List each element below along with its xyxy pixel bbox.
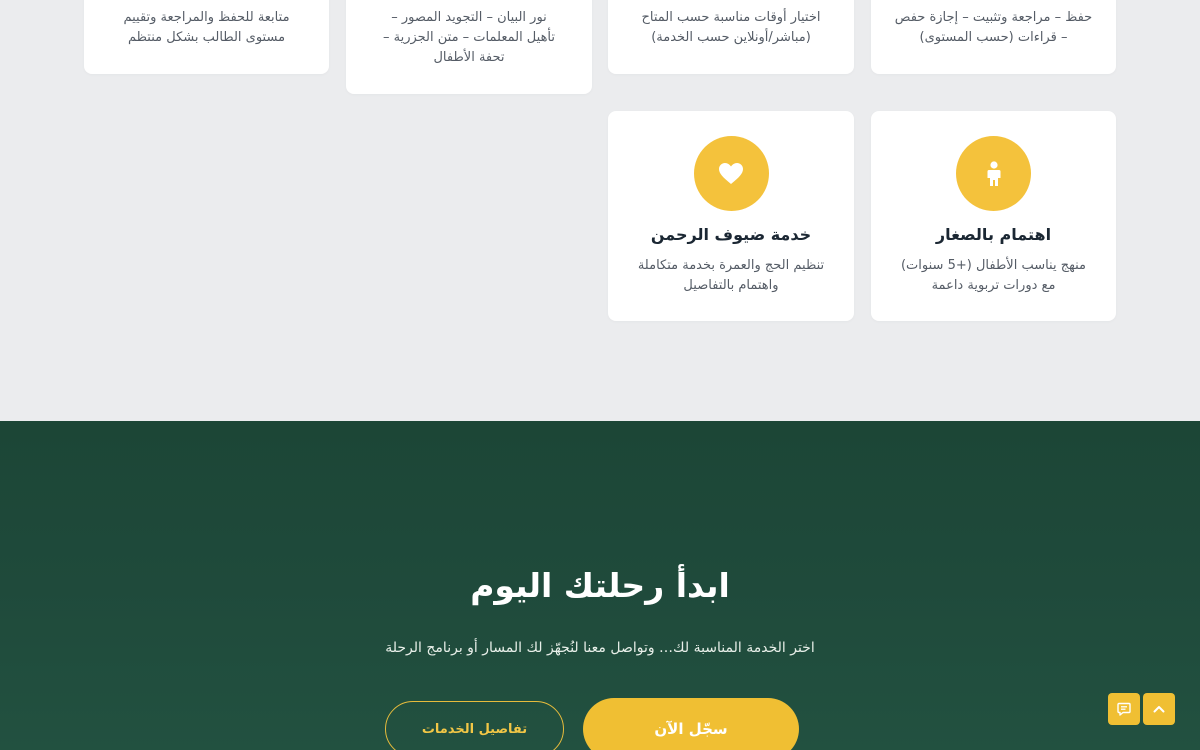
cta-title: ابدأ رحلتك اليوم (470, 566, 730, 605)
description-line: اختيار أوقات مناسبة حسب المتاح (641, 10, 821, 25)
features-section: حفظ – مراجعة وتثبيت – إجازة حفص – قراءات… (0, 0, 1200, 421)
heart-icon (719, 162, 743, 184)
feature-card-followup: متابعة للحفظ والمراجعة وتقييم مستوى الطا… (84, 0, 329, 74)
description-line: تأهيل المعلمات – متن الجزرية – (382, 30, 556, 45)
feature-card-title: خدمة ضيوف الرحمن (650, 225, 812, 244)
description-line: متابعة للحفظ والمراجعة وتقييم (123, 10, 290, 25)
feature-card-description: حفظ – مراجعة وتثبيت – إجازة حفص – قراءات… (871, 8, 1116, 48)
description-line: (مباشر/أونلاين حسب الخدمة) (651, 30, 811, 45)
feature-card-schedule: اختيار أوقات مناسبة حسب المتاح (مباشر/أو… (608, 0, 854, 74)
chat-button[interactable] (1108, 693, 1140, 725)
chevron-up-icon (1153, 706, 1165, 713)
heart-icon-circle (693, 136, 769, 211)
feature-card-description: تنظيم الحج والعمرة بخدمة متكاملة واهتمام… (608, 256, 854, 296)
description-line: واهتمام بالتفاصيل (683, 278, 779, 293)
scroll-to-top-button[interactable] (1143, 693, 1175, 725)
feature-card-description: نور البيان – التجويد المصور – تأهيل المع… (346, 8, 592, 68)
description-line: حفظ – مراجعة وتثبيت – إجازة حفص (894, 10, 1093, 25)
description-line: تنظيم الحج والعمرة بخدمة متكاملة (637, 258, 825, 273)
feature-card-children: اهتمام بالصغار منهج يناسب الأطفال (+5 سن… (871, 111, 1116, 321)
feature-card-description: اختيار أوقات مناسبة حسب المتاح (مباشر/أو… (608, 8, 854, 48)
feature-card-description: متابعة للحفظ والمراجعة وتقييم مستوى الطا… (84, 8, 329, 48)
description-line: مع دورات تربوية داعمة (931, 278, 1056, 293)
cta-section: ابدأ رحلتك اليوم اختر الخدمة المناسبة لك… (0, 421, 1200, 750)
feature-card-description: منهج يناسب الأطفال (+5 سنوات) مع دورات ت… (871, 256, 1116, 296)
description-line: – قراءات (حسب المستوى) (919, 30, 1068, 45)
cta-subtitle: اختر الخدمة المناسبة لك… وتواصل معنا لنُ… (385, 640, 815, 656)
chat-icon (1117, 702, 1131, 716)
child-icon (987, 160, 1000, 186)
feature-card-curricula: نور البيان – التجويد المصور – تأهيل المع… (346, 0, 592, 94)
feature-card-memorization: حفظ – مراجعة وتثبيت – إجازة حفص – قراءات… (871, 0, 1116, 74)
child-icon-circle (956, 136, 1031, 211)
feature-card-title: اهتمام بالصغار (935, 225, 1052, 244)
description-line: مستوى الطالب بشكل منتظم (127, 30, 286, 45)
register-now-button[interactable]: سجّل الآن (583, 698, 799, 750)
feature-card-pilgrims: خدمة ضيوف الرحمن تنظيم الحج والعمرة بخدم… (608, 111, 854, 321)
description-line: نور البيان – التجويد المصور – (391, 10, 547, 25)
description-line: تحفة الأطفال (433, 50, 505, 65)
description-line: منهج يناسب الأطفال (+5 سنوات) (900, 258, 1087, 273)
services-details-button[interactable]: تفاصيل الخدمات (385, 701, 564, 750)
